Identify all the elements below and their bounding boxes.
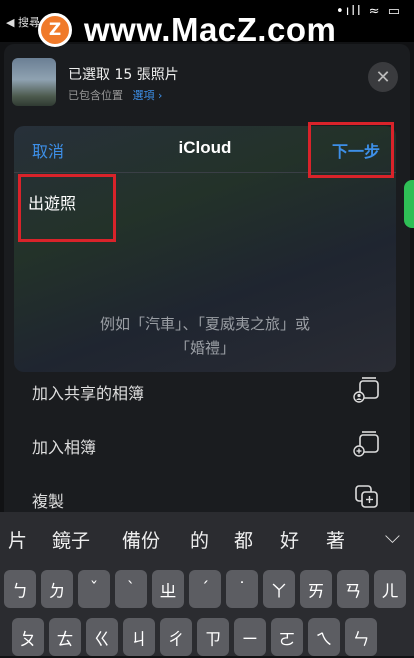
action-label: 複製 xyxy=(32,492,65,511)
key[interactable]: ㄣ xyxy=(345,618,377,656)
key[interactable]: ˙ xyxy=(226,570,258,608)
action-label: 加入共享的相簿 xyxy=(32,384,145,403)
key[interactable]: ㄞ xyxy=(300,570,332,608)
key[interactable]: ㄉ xyxy=(41,570,73,608)
location-included-label: 已包含位置 xyxy=(68,89,123,102)
hint-line-1: 例如「汽車」、「夏威夷之旅」或 xyxy=(99,315,310,333)
watermark-logo: Z xyxy=(38,13,72,47)
candidate[interactable]: 備份 xyxy=(122,526,160,553)
action-add-shared-album[interactable]: 加入共享的相簿 xyxy=(22,370,392,410)
key[interactable]: ㄐ xyxy=(123,618,155,656)
shared-album-icon xyxy=(353,377,379,403)
candidate[interactable]: 都 xyxy=(234,526,253,553)
key[interactable]: ㄅ xyxy=(4,570,36,608)
share-title: 已選取 15 張照片 xyxy=(68,67,179,83)
candidate[interactable]: 著 xyxy=(326,526,345,553)
photo-thumbnail xyxy=(12,58,56,106)
key[interactable]: ㄦ xyxy=(374,570,406,608)
share-header: 已選取 15 張照片 已包含位置 選項 › ✕ xyxy=(12,58,402,110)
back-to-search-link[interactable]: ◀ 搜尋 xyxy=(6,14,40,30)
share-subtitle: 已包含位置 選項 › xyxy=(68,87,162,103)
key[interactable]: ㄚ xyxy=(263,570,295,608)
candidate[interactable]: 好 xyxy=(280,526,299,553)
album-name-hint: 例如「汽車」、「夏威夷之旅」或 「婚禮」 xyxy=(34,312,376,360)
key[interactable]: ˋ xyxy=(115,570,147,608)
key[interactable]: ˇ xyxy=(78,570,110,608)
action-label: 加入相簿 xyxy=(32,438,97,457)
key[interactable]: ˊ xyxy=(189,570,221,608)
key[interactable]: ㄊ xyxy=(49,618,81,656)
add-album-icon xyxy=(353,431,379,457)
candidate[interactable]: 片 xyxy=(8,526,27,553)
zhuyin-keyboard: 片 鏡子 備份 的 都 好 著 ⌵ ㄅ ㄉ ˇ ˋ ㄓ ˊ ˙ ㄚ ㄞ ㄢ ㄦ … xyxy=(0,512,414,656)
key[interactable]: ㄢ xyxy=(337,570,369,608)
key-row-1: ㄅ ㄉ ˇ ˋ ㄓ ˊ ˙ ㄚ ㄞ ㄢ ㄦ xyxy=(0,570,414,610)
key-row-2: ㄆ ㄊ ㄍ ㄐ ㄔ ㄗ ㄧ ㄛ ㄟ ㄣ xyxy=(0,618,414,658)
hint-line-2: 「婚禮」 xyxy=(174,339,235,357)
key[interactable]: ㄧ xyxy=(234,618,266,656)
key[interactable]: ㄔ xyxy=(160,618,192,656)
key[interactable]: ㄛ xyxy=(271,618,303,656)
key[interactable]: ㄆ xyxy=(12,618,44,656)
chevron-down-icon[interactable]: ⌵ xyxy=(385,524,400,548)
next-highlight-box xyxy=(308,122,394,178)
status-icons: •ıll ≈ ▭ xyxy=(336,4,402,19)
action-add-album[interactable]: 加入相簿 xyxy=(22,424,392,464)
key[interactable]: ㄍ xyxy=(86,618,118,656)
close-button[interactable]: ✕ xyxy=(368,62,398,92)
key[interactable]: ㄟ xyxy=(308,618,340,656)
copy-icon xyxy=(355,485,378,508)
key[interactable]: ㄓ xyxy=(152,570,184,608)
options-link[interactable]: 選項 › xyxy=(133,89,163,102)
candidate[interactable]: 的 xyxy=(190,526,209,553)
candidate[interactable]: 鏡子 xyxy=(52,526,90,553)
watermark-text: www.MacZ.com xyxy=(84,11,337,48)
key[interactable]: ㄗ xyxy=(197,618,229,656)
side-tab xyxy=(404,180,414,228)
candidate-bar: 片 鏡子 備份 的 都 好 著 ⌵ xyxy=(0,520,414,554)
input-highlight-box xyxy=(18,174,116,242)
watermark: Z www.MacZ.com xyxy=(38,10,336,50)
close-icon: ✕ xyxy=(375,66,391,88)
